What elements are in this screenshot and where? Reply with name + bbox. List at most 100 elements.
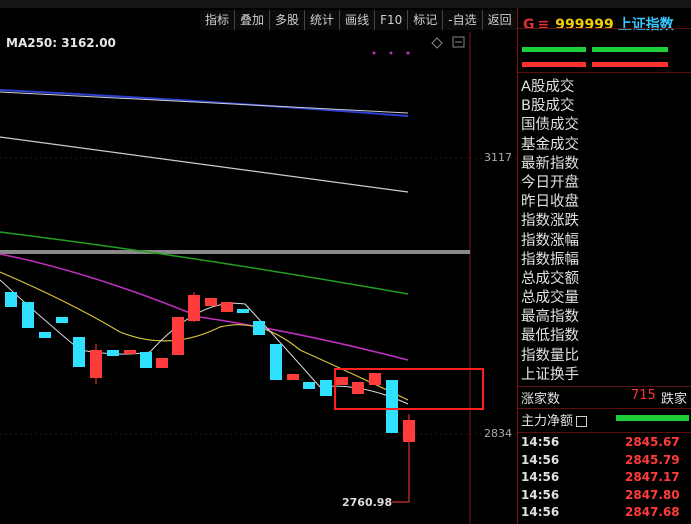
netflow-label: 主力净额 — [521, 414, 574, 429]
candle — [124, 350, 136, 354]
table-row: 14:56 2847.17 — [521, 469, 691, 487]
calculator-icon[interactable] — [576, 416, 588, 427]
tick-time: 14:56 — [521, 452, 560, 467]
table-row: 14:56 2847.80 — [521, 487, 691, 505]
tick-list: 14:56 2845.67 14:56 2845.79 14:56 2847.1… — [521, 434, 691, 522]
ma-light-line — [0, 91, 409, 114]
table-row: 14:56 2847.68 — [521, 504, 691, 522]
side-separator — [518, 28, 691, 29]
list-item[interactable]: 指数量比 — [521, 347, 579, 366]
list-item[interactable]: 总成交额 — [521, 270, 579, 289]
quote-side-panel: G ≡ 999999 上证指数 A股成交 B股成交 国债成交 基金成交 最新指数 今日… — [518, 8, 691, 524]
toolbar-indicator-button[interactable]: 指标 — [200, 10, 235, 30]
list-item[interactable]: 指数涨跌 — [521, 212, 579, 231]
list-item[interactable]: 指数涨幅 — [521, 232, 579, 251]
menu-icon[interactable]: ≡ — [538, 17, 550, 33]
toolbar-drawline-button[interactable]: 画线 — [339, 10, 375, 30]
chart-settings-icons[interactable] — [372, 36, 465, 55]
tick-price: 2847.68 — [625, 505, 680, 519]
list-item[interactable]: 最新指数 — [521, 155, 579, 174]
list-item[interactable]: A股成交 — [521, 78, 579, 97]
tick-time: 14:56 — [521, 487, 560, 502]
side-separator — [518, 408, 691, 409]
netflow-bar — [616, 415, 689, 421]
list-item[interactable]: 最高指数 — [521, 308, 579, 327]
toolbar-stats-button[interactable]: 统计 — [304, 10, 340, 30]
candles — [5, 292, 415, 502]
green-bar-left — [522, 47, 586, 52]
top-menu-strip — [0, 0, 691, 8]
candle — [22, 302, 34, 328]
main-netflow-row: 主力净额 — [521, 410, 691, 429]
ma-white-line — [0, 136, 409, 193]
gray-horizontal-line — [0, 250, 470, 254]
toolbar-multistock-button[interactable]: 多股 — [269, 10, 305, 30]
candle — [56, 317, 68, 323]
toolbar-mark-button[interactable]: 标记 — [407, 10, 443, 30]
candle — [237, 309, 249, 313]
toolbar-back-button[interactable]: 返回 — [481, 10, 517, 30]
candle — [320, 380, 332, 396]
candle — [5, 292, 17, 307]
list-item[interactable]: 基金成交 — [521, 136, 579, 155]
tick-price: 2847.80 — [625, 487, 680, 502]
list-item[interactable]: 上证换手 — [521, 366, 579, 385]
candle — [303, 382, 315, 389]
tick-price: 2845.79 — [625, 452, 680, 467]
toolbar-overlay-button[interactable]: 叠加 — [234, 10, 270, 30]
advancers-value: 715 — [631, 388, 656, 403]
list-item[interactable]: 最低指数 — [521, 327, 579, 346]
green-bar-right — [592, 47, 668, 52]
candle — [386, 380, 398, 433]
table-row: 14:56 2845.67 — [521, 434, 691, 452]
index-name: 上证指数 — [617, 17, 674, 33]
advancers-row: 涨家数 715 跌家 — [521, 388, 691, 407]
candle — [140, 352, 152, 368]
ma-short-line — [0, 279, 409, 405]
candle — [156, 358, 168, 368]
candle — [336, 377, 348, 385]
list-item[interactable]: 国债成交 — [521, 116, 579, 135]
tick-price: 2847.17 — [625, 470, 680, 484]
table-row: 14:56 2845.79 — [521, 452, 691, 470]
list-item[interactable]: 昨日收盘 — [521, 193, 579, 212]
candle — [172, 317, 184, 355]
index-field-list: A股成交 B股成交 国债成交 基金成交 最新指数 今日开盘 昨日收盘 指数涨跌 … — [521, 78, 579, 385]
side-separator — [518, 432, 691, 433]
candle — [270, 344, 282, 380]
list-item[interactable]: 总成交量 — [521, 289, 579, 308]
candle — [352, 382, 364, 394]
chart-toolbar: 指标 叠加 多股 统计 画线 F10 标记 -自选 返回 — [200, 10, 517, 30]
decliners-label: 跌家 — [661, 392, 688, 407]
list-item[interactable]: 指数振幅 — [521, 251, 579, 270]
ma-magenta-line — [0, 253, 409, 361]
price-label-lower: 2834 — [484, 427, 512, 440]
index-code: 999999 — [555, 17, 614, 33]
price-label-upper: 3117 — [484, 151, 512, 164]
candle — [287, 374, 299, 380]
advancers-label: 涨家数 — [521, 392, 561, 407]
low-price-label: 2760.98 — [342, 496, 393, 509]
candle — [205, 298, 217, 306]
side-separator — [518, 72, 691, 73]
candle — [221, 302, 233, 312]
list-item[interactable]: B股成交 — [521, 97, 579, 116]
candle — [369, 373, 381, 385]
ma-green-line — [0, 231, 409, 295]
toolbar-f10-button[interactable]: F10 — [374, 10, 408, 30]
index-title: G ≡ 999999 上证指数 — [523, 14, 674, 34]
list-item[interactable]: 今日开盘 — [521, 174, 579, 193]
group-badge[interactable]: G — [523, 17, 535, 33]
candle — [73, 337, 85, 367]
toolbar-watchlist-button[interactable]: -自选 — [442, 10, 482, 30]
tick-price: 2845.67 — [625, 435, 680, 449]
red-bar-left — [522, 62, 586, 67]
candle — [107, 350, 119, 356]
tick-time: 14:56 — [521, 435, 560, 449]
side-separator — [518, 386, 691, 387]
tick-time: 14:56 — [521, 505, 560, 519]
candle — [39, 332, 51, 338]
candlestick-chart[interactable] — [0, 32, 517, 524]
candle — [253, 321, 265, 335]
tick-time: 14:56 — [521, 470, 560, 484]
